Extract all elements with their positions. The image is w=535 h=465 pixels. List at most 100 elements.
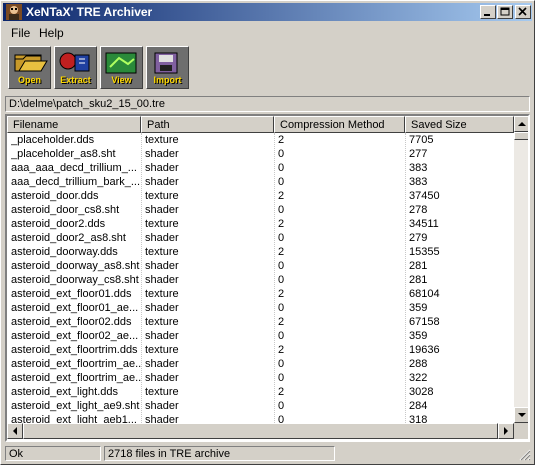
filename-cell: asteroid_ext_floortrim_ae... bbox=[11, 358, 141, 370]
archive-path-field[interactable]: D:\delme\patch_sku2_15_00.tre bbox=[5, 96, 530, 112]
toolbar: Open Extract View Import bbox=[3, 43, 532, 93]
compression-cell: 0 bbox=[278, 204, 285, 216]
table-row[interactable]: asteroid_ext_floor02.dds texture 2 67158 bbox=[7, 315, 514, 329]
menu-help[interactable]: Help bbox=[39, 26, 64, 40]
path-cell: texture bbox=[145, 344, 179, 356]
compression-cell: 2 bbox=[278, 288, 285, 300]
size-cell: 288 bbox=[409, 358, 428, 370]
size-cell: 284 bbox=[409, 400, 428, 412]
table-row[interactable]: asteroid_ext_floortrim_ae... shader 0 288 bbox=[7, 357, 514, 371]
path-cell: shader bbox=[145, 176, 179, 188]
maximize-button[interactable] bbox=[497, 5, 513, 19]
open-label: Open bbox=[17, 75, 41, 85]
path-cell: texture bbox=[145, 246, 179, 258]
path-cell: shader bbox=[145, 330, 179, 342]
extract-label: Extract bbox=[60, 75, 91, 85]
size-cell: 281 bbox=[409, 274, 428, 286]
view-icon bbox=[105, 52, 137, 74]
file-list[interactable]: Filename Path Compression Method Saved S… bbox=[5, 114, 530, 442]
filename-cell: _placeholder_as8.sht bbox=[11, 148, 116, 160]
table-row[interactable]: asteroid_door.dds texture 2 37450 bbox=[7, 189, 514, 203]
compression-cell: 0 bbox=[278, 330, 285, 342]
title-bar[interactable]: XeNTaX' TRE Archiver bbox=[3, 3, 532, 21]
filename-cell: asteroid_doorway_as8.sht bbox=[11, 260, 140, 272]
compression-cell: 0 bbox=[278, 372, 285, 384]
table-row[interactable]: asteroid_doorway.dds texture 2 15355 bbox=[7, 245, 514, 259]
filename-cell: asteroid_doorway_cs8.sht bbox=[11, 274, 139, 286]
scroll-up-button[interactable] bbox=[514, 116, 528, 132]
size-cell: 3028 bbox=[409, 386, 434, 398]
arrow-right-icon bbox=[504, 427, 508, 435]
table-row[interactable]: aaa_decd_trillium_bark_... shader 0 383 bbox=[7, 175, 514, 189]
compression-cell: 0 bbox=[278, 260, 285, 272]
extract-icon bbox=[59, 52, 90, 72]
table-row[interactable]: asteroid_ext_floortrim_ae... shader 0 322 bbox=[7, 371, 514, 385]
arrow-up-icon bbox=[518, 122, 526, 126]
scroll-right-button[interactable] bbox=[498, 423, 514, 439]
table-row[interactable]: asteroid_ext_floortrim.dds texture 2 19636 bbox=[7, 343, 514, 357]
path-cell: shader bbox=[145, 302, 179, 314]
size-cell: 383 bbox=[409, 162, 428, 174]
table-row[interactable]: asteroid_ext_floor02_ae... shader 0 359 bbox=[7, 329, 514, 343]
resize-grip-icon[interactable] bbox=[519, 449, 531, 461]
scroll-corner bbox=[514, 423, 528, 439]
table-row[interactable]: asteroid_doorway_cs8.sht shader 0 281 bbox=[7, 273, 514, 287]
column-header-compression[interactable]: Compression Method bbox=[274, 116, 405, 133]
size-cell: 277 bbox=[409, 148, 428, 160]
compression-cell: 2 bbox=[278, 218, 285, 230]
table-row[interactable]: asteroid_doorway_as8.sht shader 0 281 bbox=[7, 259, 514, 273]
table-row[interactable]: asteroid_door2_as8.sht shader 0 279 bbox=[7, 231, 514, 245]
table-row[interactable]: asteroid_ext_light.dds texture 2 3028 bbox=[7, 385, 514, 399]
folder-open-icon bbox=[14, 54, 48, 72]
size-cell: 7705 bbox=[409, 134, 434, 146]
minimize-icon bbox=[484, 14, 490, 16]
table-row[interactable]: _placeholder_as8.sht shader 0 277 bbox=[7, 147, 514, 161]
path-cell: shader bbox=[145, 358, 179, 370]
filename-cell: asteroid_ext_light.dds bbox=[11, 386, 119, 398]
size-cell: 34511 bbox=[409, 218, 439, 230]
horizontal-scroll-thumb[interactable] bbox=[23, 423, 498, 439]
table-row[interactable]: asteroid_ext_floor01_ae... shader 0 359 bbox=[7, 301, 514, 315]
size-cell: 67158 bbox=[409, 316, 440, 328]
table-row[interactable]: asteroid_door_cs8.sht shader 0 278 bbox=[7, 203, 514, 217]
table-row[interactable]: _placeholder.dds texture 2 7705 bbox=[7, 133, 514, 147]
scroll-down-button[interactable] bbox=[514, 407, 528, 423]
table-row[interactable]: asteroid_ext_floor01.dds texture 2 68104 bbox=[7, 287, 514, 301]
compression-cell: 2 bbox=[278, 386, 285, 398]
path-cell: shader bbox=[145, 232, 179, 244]
compression-cell: 0 bbox=[278, 400, 285, 412]
scroll-left-button[interactable] bbox=[7, 423, 23, 439]
table-row[interactable]: asteroid_door2.dds texture 2 34511 bbox=[7, 217, 514, 231]
filename-cell: asteroid_ext_floor01_ae... bbox=[11, 302, 139, 314]
path-cell: texture bbox=[145, 134, 179, 146]
path-cell: shader bbox=[145, 274, 179, 286]
file-count-status: 2718 files in TRE archive bbox=[104, 446, 335, 461]
filename-cell: asteroid_ext_floortrim.dds bbox=[11, 344, 138, 356]
open-button[interactable]: Open bbox=[8, 46, 51, 89]
table-row[interactable]: aaa_aaa_decd_trillium_... shader 0 383 bbox=[7, 161, 514, 175]
filename-cell: asteroid_ext_floortrim_ae... bbox=[11, 372, 141, 384]
close-button[interactable] bbox=[515, 5, 531, 19]
column-header-saved-size[interactable]: Saved Size bbox=[405, 116, 514, 133]
table-row[interactable]: asteroid_ext_light_ae9.sht shader 0 284 bbox=[7, 399, 514, 413]
extract-button[interactable]: Extract bbox=[54, 46, 97, 89]
import-icon bbox=[154, 52, 178, 74]
view-label: View bbox=[111, 75, 132, 85]
filename-cell: asteroid_ext_light_ae9.sht bbox=[11, 400, 140, 412]
view-button[interactable]: View bbox=[100, 46, 143, 89]
arrow-down-icon bbox=[518, 413, 526, 417]
size-cell: 359 bbox=[409, 302, 428, 314]
column-header-path[interactable]: Path bbox=[141, 116, 274, 133]
horizontal-scrollbar[interactable] bbox=[7, 423, 514, 439]
import-button[interactable]: Import bbox=[146, 46, 189, 89]
app-window: XeNTaX' TRE Archiver File Help Open Extr… bbox=[0, 0, 535, 465]
minimize-button[interactable] bbox=[480, 5, 496, 19]
column-header-filename[interactable]: Filename bbox=[7, 116, 141, 133]
filename-cell: asteroid_doorway.dds bbox=[11, 246, 118, 258]
vertical-scroll-thumb[interactable] bbox=[514, 132, 528, 140]
filename-cell: asteroid_door_cs8.sht bbox=[11, 204, 120, 216]
menu-file[interactable]: File bbox=[11, 26, 30, 40]
compression-cell: 0 bbox=[278, 176, 285, 188]
vertical-scrollbar[interactable] bbox=[514, 116, 528, 423]
filename-cell: _placeholder.dds bbox=[11, 134, 95, 146]
